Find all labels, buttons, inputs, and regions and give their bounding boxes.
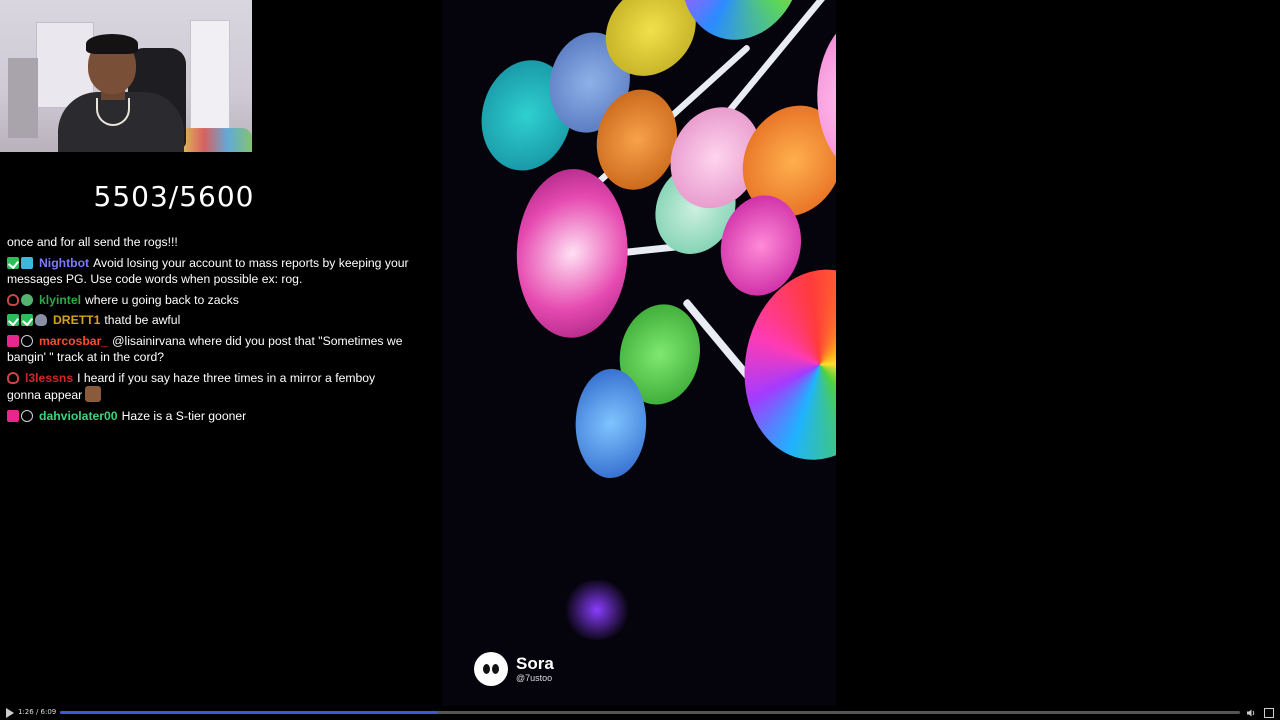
chat-message: marcosbar_ @lisainirvana where did you po… [7, 333, 412, 366]
globe-badge-icon [21, 293, 33, 306]
webcam-feed [0, 0, 252, 152]
verified-badge-icon [21, 314, 33, 326]
lollipop-scene [442, 0, 836, 565]
sora-watermark: Sora @7ustoo [474, 652, 554, 686]
chat-username[interactable]: marcosbar_ [39, 334, 108, 348]
verified-badge-icon [7, 314, 19, 326]
chat-text: thatd be awful [104, 313, 181, 327]
heart-badge-icon [7, 409, 19, 422]
bot-badge-icon [21, 256, 33, 269]
seek-bar-progress [60, 711, 438, 714]
chat-message: dahviolater00 Haze is a S-tier gooner [7, 408, 412, 425]
chat-message: klyintel where u going back to zacks [7, 292, 412, 309]
chat-text: Haze is a S-tier gooner [121, 408, 247, 423]
heart-badge-icon [7, 334, 19, 347]
fire-badge-icon [7, 371, 19, 384]
sora-logo-icon [474, 652, 508, 686]
drop-badge-icon [21, 334, 33, 347]
chat-username[interactable]: Nightbot [39, 256, 89, 270]
chat-message: DRETT1 thatd be awful [7, 312, 412, 329]
chat-username[interactable]: klyintel [39, 293, 81, 307]
chat-text: where u going back to zacks [85, 292, 239, 307]
fire-badge-icon [7, 293, 19, 306]
seek-bar[interactable] [60, 711, 1240, 714]
chat-overlay: once and for all send the rogs!!! Nightb… [7, 234, 412, 428]
play-icon[interactable] [6, 708, 14, 718]
subscriber-goal-counter: 5503/5600 [93, 180, 255, 213]
skull-badge-icon [35, 314, 47, 326]
drop-badge-icon [21, 409, 33, 422]
chat-message: Nightbot Avoid losing your account to mas… [7, 255, 412, 288]
fullscreen-icon[interactable] [1264, 708, 1274, 718]
emote-icon [85, 386, 102, 402]
watermark-handle: @7ustoo [516, 673, 553, 683]
chat-username[interactable]: dahviolater00 [39, 409, 118, 423]
chat-username[interactable]: DRETT1 [53, 313, 100, 327]
chat-message: l3lessns I heard if you say haze three ti… [7, 370, 412, 404]
volume-icon[interactable] [1246, 708, 1256, 718]
video-frame[interactable] [442, 0, 836, 708]
verified-badge-icon [7, 256, 19, 269]
chat-text: once and for all send the rogs!!! [7, 235, 178, 249]
watermark-name: Sora [516, 654, 554, 673]
chat-message: once and for all send the rogs!!! [7, 234, 412, 251]
chat-username[interactable]: l3lessns [25, 371, 73, 385]
playback-time: 1:26 / 6:09 [18, 708, 57, 716]
player-controls: 1:26 / 6:09 [0, 706, 1280, 720]
